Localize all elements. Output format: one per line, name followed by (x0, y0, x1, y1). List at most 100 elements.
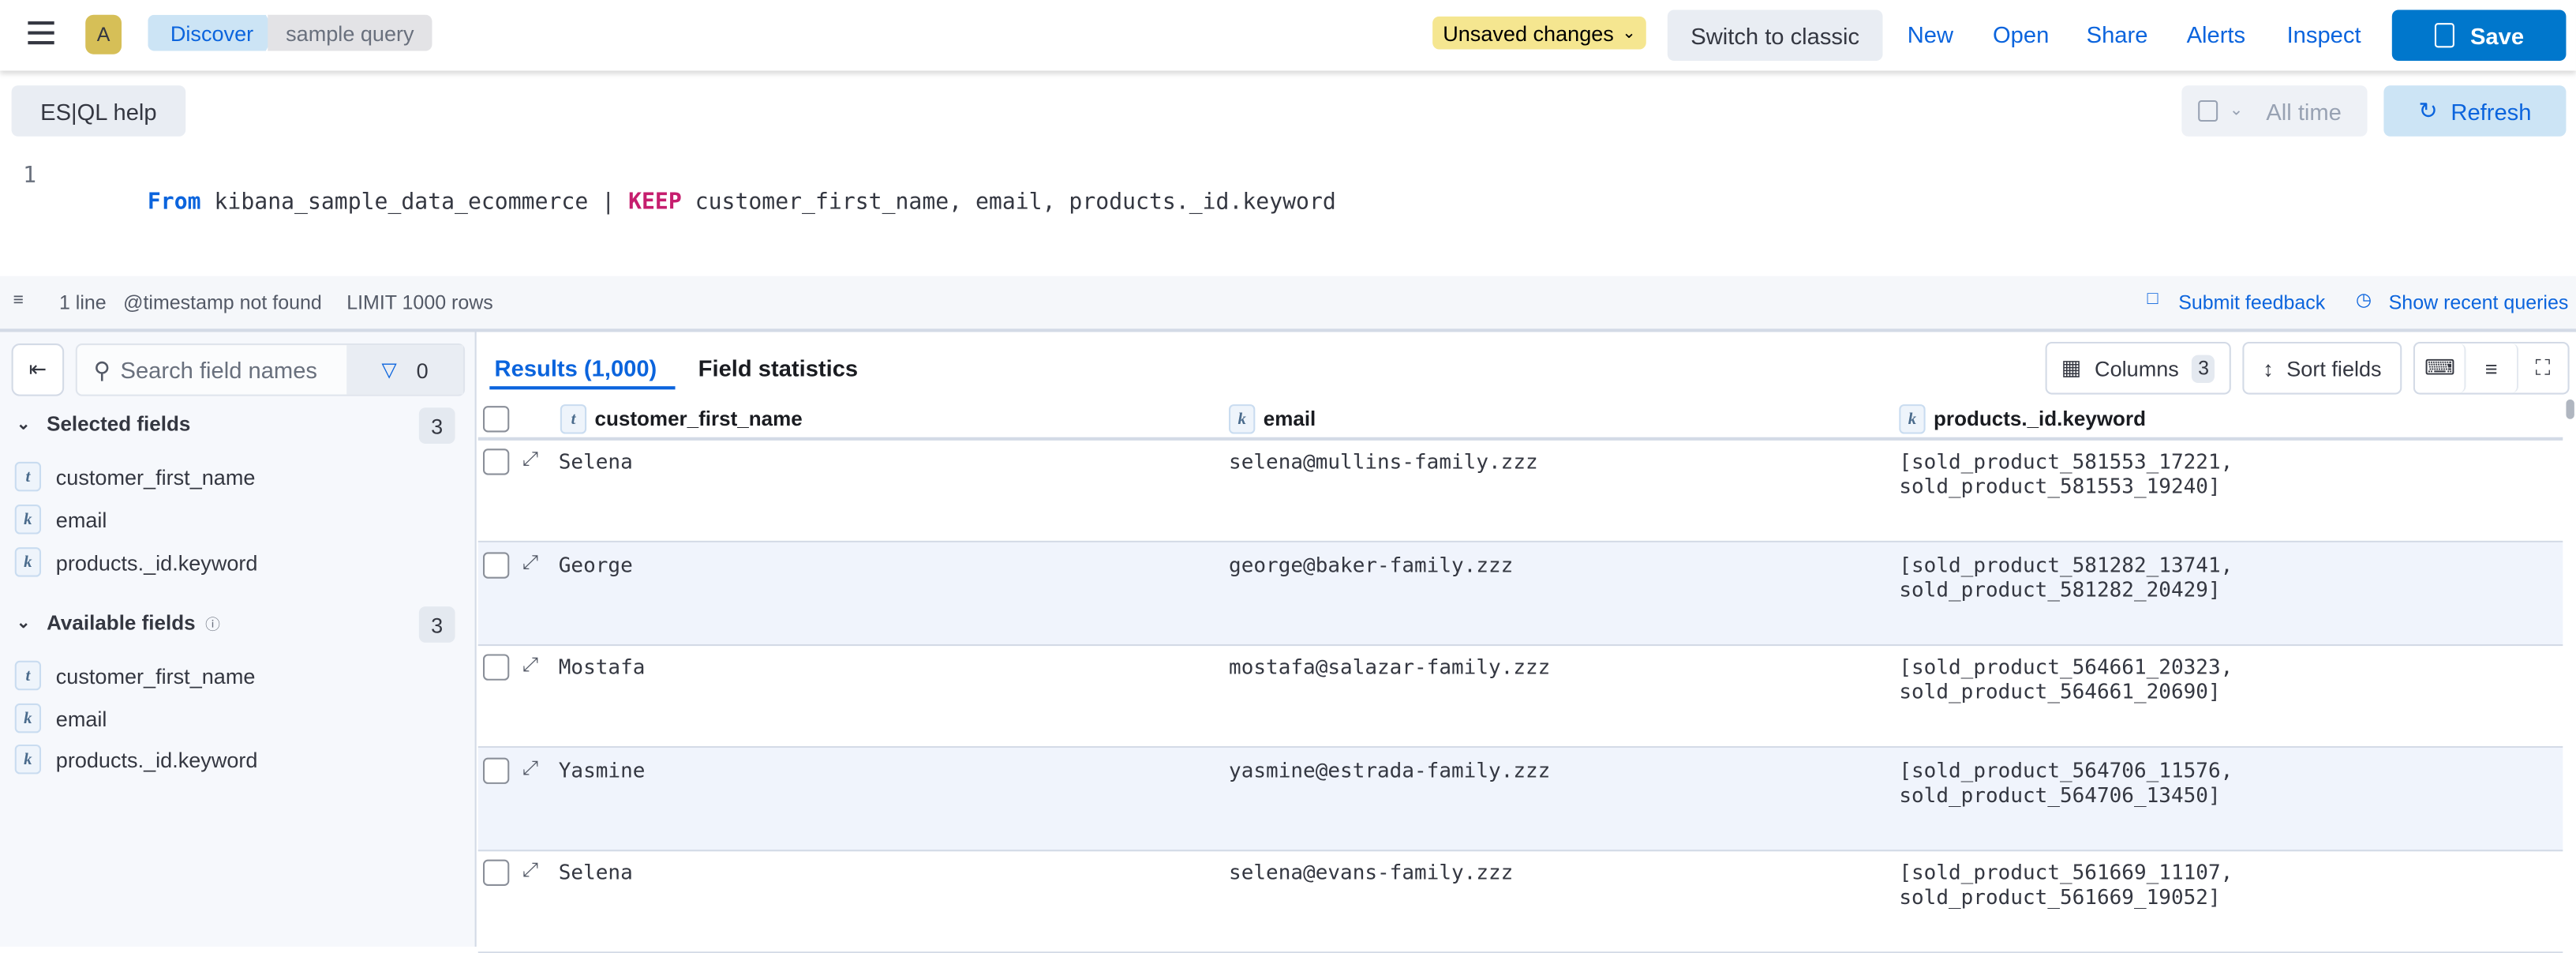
columns-button[interactable]: ▦ Columns 3 (2045, 341, 2231, 395)
save-label: Save (2469, 22, 2525, 49)
fullscreen-icon[interactable]: ⛶ (2518, 343, 2567, 392)
cell-email: mostafa@salazar-family.zzz (1229, 654, 1551, 679)
breadcrumb-discover[interactable]: Discover (148, 14, 276, 51)
column-title: email (1263, 407, 1316, 431)
row-checkbox[interactable] (482, 448, 510, 475)
keyword-type-icon: k (1899, 404, 1926, 434)
grid-controls: ⌨ ≡ ⛶ (2413, 341, 2570, 395)
search-input[interactable]: Search field names (121, 357, 324, 383)
keyword-from: From (147, 189, 201, 216)
column-header-products-id[interactable]: k products._id.keyword (1899, 404, 2146, 434)
available-fields-toggle[interactable]: ⌄ Available fields ⓘ (17, 611, 220, 634)
keyword-type-icon: k (14, 703, 42, 734)
search-field-names[interactable]: ⚲ Search field names ▽ 0 (75, 343, 466, 396)
pipe: | (601, 189, 616, 216)
sort-fields-button[interactable]: ↕ Sort fields (2242, 341, 2402, 395)
nav-alerts[interactable]: Alerts (2187, 21, 2246, 47)
sort-label: Sort fields (2286, 355, 2382, 381)
field-name: customer_first_name (55, 464, 256, 490)
table-row: ⤢ Selena selena@evans-family.zzz [sold_prod… (477, 850, 2563, 953)
text-type-icon: t (14, 660, 42, 691)
cell-customer-first-name: Mostafa (558, 654, 646, 679)
save-button[interactable]: Save (2391, 9, 2567, 62)
expand-row-icon[interactable]: ⤢ (522, 756, 538, 781)
date-picker[interactable]: ⌄ All time (2181, 85, 2368, 137)
refresh-icon: ↻ (2418, 96, 2438, 124)
display-settings-icon[interactable]: ≡ (2466, 343, 2518, 393)
cell-customer-first-name: Yasmine (558, 757, 646, 782)
tab-field-statistics[interactable]: Field statistics (698, 355, 858, 381)
field-name: products._id.keyword (55, 550, 258, 575)
feedback-icon: □ (2147, 289, 2159, 310)
row-checkbox[interactable] (482, 654, 510, 681)
cell-products-id: [sold_product_564706_11576, sold_product… (1899, 757, 2233, 808)
columns-label: Columns (2095, 355, 2179, 381)
column-title: customer_first_name (594, 407, 803, 431)
refresh-button[interactable]: ↻ Refresh (2383, 85, 2567, 137)
select-all-checkbox[interactable] (482, 406, 510, 433)
chevron-down-icon: ⌄ (16, 613, 31, 632)
esql-help-button[interactable]: ES|QL help (11, 85, 186, 137)
expand-row-icon[interactable]: ⤢ (522, 447, 538, 471)
field-name: customer_first_name (55, 662, 256, 688)
cell-products-id: [sold_product_581282_13741, sold_product… (1899, 552, 2233, 602)
menu-icon[interactable] (28, 21, 54, 45)
filter-count: 0 (416, 357, 429, 382)
keyword-type-icon: k (14, 547, 42, 577)
selected-fields-toggle[interactable]: ⌄ Selected fields (17, 412, 191, 435)
available-field-item[interactable]: k email (14, 703, 107, 734)
save-icon (2434, 23, 2454, 48)
available-field-item[interactable]: k products._id.keyword (14, 744, 257, 775)
columns-icon: ▦ (2061, 355, 2082, 380)
field-filter-button[interactable]: ▽ 0 (346, 345, 464, 395)
unsaved-changes-badge[interactable]: Unsaved changes ⌄ (1432, 16, 1646, 50)
selected-fields-title: Selected fields (47, 412, 191, 436)
nav-share[interactable]: Share (2087, 21, 2148, 47)
clock-icon: ◷ (2356, 291, 2372, 311)
nav-open[interactable]: Open (1993, 21, 2049, 47)
show-recent-queries-link[interactable]: Show recent queries (2389, 291, 2569, 313)
cell-email: selena@evans-family.zzz (1229, 859, 1514, 884)
row-checkbox[interactable] (482, 859, 510, 886)
chevron-down-icon: ⌄ (1622, 24, 1636, 43)
column-header-email[interactable]: k email (1229, 404, 1316, 434)
cell-customer-first-name: Selena (558, 859, 633, 884)
row-checkbox[interactable] (482, 757, 510, 784)
expand-row-icon[interactable]: ⤢ (522, 858, 538, 883)
collapse-sidebar-button[interactable]: ⇤ (11, 343, 65, 396)
submit-feedback-link[interactable]: Submit feedback (2178, 291, 2325, 313)
selected-field-item[interactable]: k email (14, 505, 107, 535)
expand-row-icon[interactable]: ⤢ (522, 550, 538, 575)
time-range-label[interactable]: All time (2266, 98, 2342, 124)
available-field-item[interactable]: t customer_first_name (14, 660, 256, 691)
avatar[interactable]: A (85, 14, 122, 54)
collapse-sidebar-icon: ⇤ (28, 356, 47, 381)
available-fields-count: 3 (418, 606, 455, 643)
selected-field-item[interactable]: k products._id.keyword (14, 547, 258, 577)
field-name: email (55, 507, 107, 532)
text-type-icon: t (560, 404, 587, 434)
nav-inspect[interactable]: Inspect (2287, 21, 2361, 47)
wrap-icon[interactable]: ≡ (13, 291, 24, 310)
row-checkbox[interactable] (482, 552, 510, 579)
timestamp-warning: @timestamp not found (123, 291, 322, 314)
keep-fields: customer_first_name, email, products._id… (695, 189, 1336, 216)
cell-products-id: [sold_product_564661_20323, sold_product… (1899, 654, 2233, 703)
query-editor[interactable]: 1 From kibana_sample_data_ecommerce | KE… (0, 163, 2576, 275)
expand-row-icon[interactable]: ⤢ (522, 652, 538, 677)
line-count: 1 line (58, 291, 107, 314)
tab-results[interactable]: Results (1,000) (495, 355, 657, 381)
column-header-customer-first-name[interactable]: t customer_first_name (560, 404, 803, 434)
breadcrumb-sample-query: sample query (268, 14, 432, 51)
nav-new[interactable]: New (1908, 21, 1953, 47)
selected-field-item[interactable]: t customer_first_name (14, 461, 256, 492)
column-title: products._id.keyword (1934, 407, 2146, 431)
switch-to-classic-button[interactable]: Switch to classic (1667, 9, 1883, 62)
search-icon: ⚲ (93, 355, 111, 382)
scrollbar[interactable] (2566, 399, 2574, 419)
keyboard-shortcuts-icon[interactable]: ⌨ (2415, 343, 2467, 393)
cell-email: yasmine@estrada-family.zzz (1229, 757, 1551, 782)
cell-products-id: [sold_product_581553_17221, sold_product… (1899, 448, 2233, 498)
calendar-icon[interactable] (2198, 99, 2218, 122)
help-icon[interactable]: ⓘ (205, 612, 220, 633)
